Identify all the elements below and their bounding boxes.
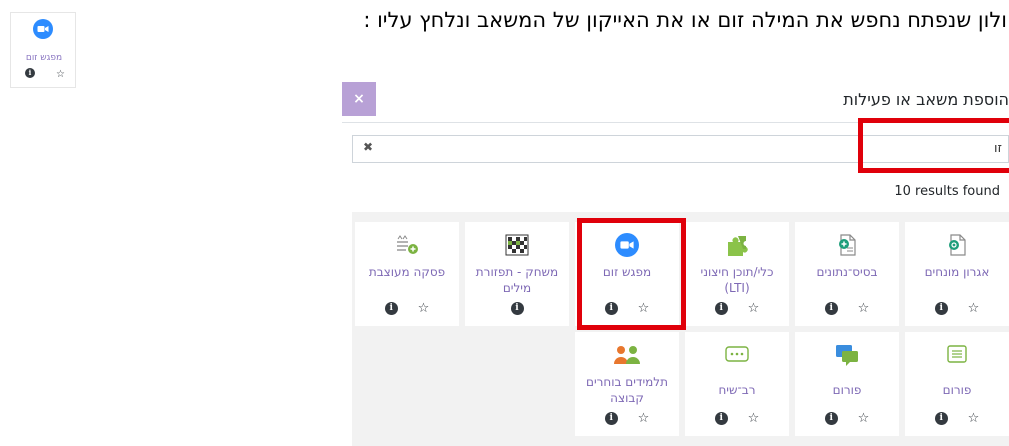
- zoom-camera-icon: [33, 19, 53, 39]
- chat-icon: [725, 346, 749, 362]
- tile-forum-2[interactable]: פורום i ☆: [795, 332, 899, 436]
- info-icon[interactable]: i: [824, 302, 838, 315]
- sample-tile-actions: i ☆: [25, 68, 65, 81]
- star-icon[interactable]: ☆: [748, 412, 760, 425]
- tile-wordsearch[interactable]: משחק - תפזורת מילים i: [465, 222, 569, 326]
- tile-group-choice[interactable]: תלמידים בוחרים קבוצה i ☆: [575, 332, 679, 436]
- info-icon[interactable]: i: [384, 302, 398, 315]
- tile-database[interactable]: בסיס־נתונים i ☆: [795, 222, 899, 326]
- tile-label: כלי/תוכן חיצוני (LTI): [700, 265, 774, 295]
- star-icon[interactable]: ☆: [418, 302, 430, 315]
- info-icon[interactable]: i: [934, 412, 948, 425]
- tile-label: משחק - תפזורת מילים: [475, 265, 559, 295]
- zoom-tile-highlight-box: [577, 218, 686, 330]
- puzzle-icon: [728, 236, 748, 256]
- star-icon[interactable]: ☆: [638, 412, 650, 425]
- label-icon: [397, 235, 418, 254]
- tile-label: בסיס־נתונים: [816, 265, 878, 279]
- glossary-icon: [949, 234, 966, 256]
- tile-label: פורום: [942, 383, 972, 397]
- star-icon[interactable]: ☆: [968, 412, 980, 425]
- results-count: 10 results found: [894, 184, 1000, 199]
- info-icon[interactable]: i: [714, 412, 728, 425]
- tile-label: תלמידים בוחרים קבוצה: [585, 375, 669, 405]
- info-icon[interactable]: i: [934, 302, 948, 315]
- star-icon: ☆: [56, 69, 65, 80]
- modal-title: הוספת משאב או פעילות: [843, 90, 1009, 109]
- star-icon[interactable]: ☆: [968, 302, 980, 315]
- star-icon[interactable]: ☆: [858, 302, 870, 315]
- tile-forum-1[interactable]: פורום i ☆: [905, 332, 1009, 436]
- tile-label: פסקה מעוצבת: [368, 265, 446, 279]
- tile-label: רב־שיח: [718, 383, 756, 397]
- info-icon: i: [25, 68, 35, 78]
- tile-label: פורום: [832, 383, 862, 397]
- forum-icon: [947, 345, 967, 363]
- star-icon[interactable]: ☆: [858, 412, 870, 425]
- database-icon: [839, 234, 856, 256]
- close-button[interactable]: ×: [342, 82, 376, 116]
- tile-glossary[interactable]: אגרון מונחים i ☆: [905, 222, 1009, 326]
- info-icon[interactable]: i: [510, 302, 524, 315]
- tile-lti[interactable]: כלי/תוכן חיצוני (LTI) i ☆: [685, 222, 789, 326]
- info-icon[interactable]: i: [824, 412, 838, 425]
- sample-zoom-tile: מפגש זום i ☆: [10, 12, 76, 88]
- search-highlight-box: [858, 118, 1009, 173]
- wordsearch-grid-icon: [505, 234, 529, 256]
- sample-tile-label: מפגש זום: [25, 53, 63, 63]
- tile-label: אגרון מונחים: [924, 265, 990, 279]
- forum-chat-icon: [836, 345, 858, 366]
- group-choice-icon: [614, 346, 640, 364]
- tile-chat[interactable]: רב־שיח i ☆: [685, 332, 789, 436]
- info-icon[interactable]: i: [604, 412, 618, 425]
- star-icon[interactable]: ☆: [748, 302, 760, 315]
- instruction-text: ולון שנפתח נחפש את המילה זום או את האייק…: [363, 8, 1007, 32]
- tile-label-text[interactable]: פסקה מעוצבת i ☆: [355, 222, 459, 326]
- info-icon[interactable]: i: [714, 302, 728, 315]
- clear-search-icon[interactable]: ✖: [363, 140, 373, 154]
